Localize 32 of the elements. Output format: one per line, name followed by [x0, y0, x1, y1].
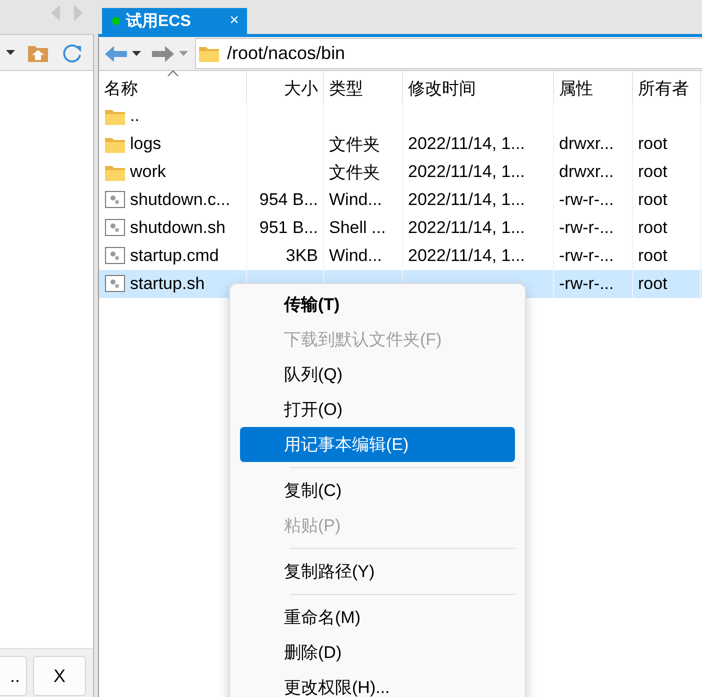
permissions: drwxr... [559, 162, 614, 182]
modified-time: 2022/11/14, 1... [408, 134, 525, 154]
modified-time: 2022/11/14, 1... [408, 190, 525, 210]
file-name: work [130, 162, 166, 182]
modified-time: 2022/11/14, 1... [408, 246, 525, 266]
modified-time: 2022/11/14, 1... [408, 162, 525, 182]
file-type: Shell ... [329, 218, 386, 238]
owner: root [638, 246, 668, 266]
owner: root [638, 274, 668, 294]
permissions: -rw-r-... [559, 246, 614, 266]
file-name: logs [130, 134, 162, 154]
permissions: -rw-r-... [559, 274, 614, 294]
file-name: .. [130, 106, 140, 126]
file-type: Wind... [329, 246, 382, 266]
file-size: 954 B... [259, 190, 318, 210]
permissions: -rw-r-... [559, 190, 614, 210]
file-name: shutdown.sh [130, 218, 226, 238]
owner: root [638, 162, 668, 182]
owner: root [638, 134, 668, 154]
permissions: -rw-r-... [559, 218, 614, 238]
file-name: startup.cmd [130, 246, 219, 266]
file-type: 文件夹 [329, 162, 380, 184]
file-size: 951 B... [259, 218, 318, 238]
owner: root [638, 190, 668, 210]
owner: root [638, 218, 668, 238]
file-name: startup.sh [130, 274, 205, 294]
file-size: 3KB [286, 246, 318, 266]
file-type: 文件夹 [329, 134, 380, 156]
permissions: drwxr... [559, 134, 614, 154]
file-type: Wind... [329, 190, 382, 210]
modified-time: 2022/11/14, 1... [408, 218, 525, 238]
file-name: shutdown.c... [130, 190, 230, 210]
